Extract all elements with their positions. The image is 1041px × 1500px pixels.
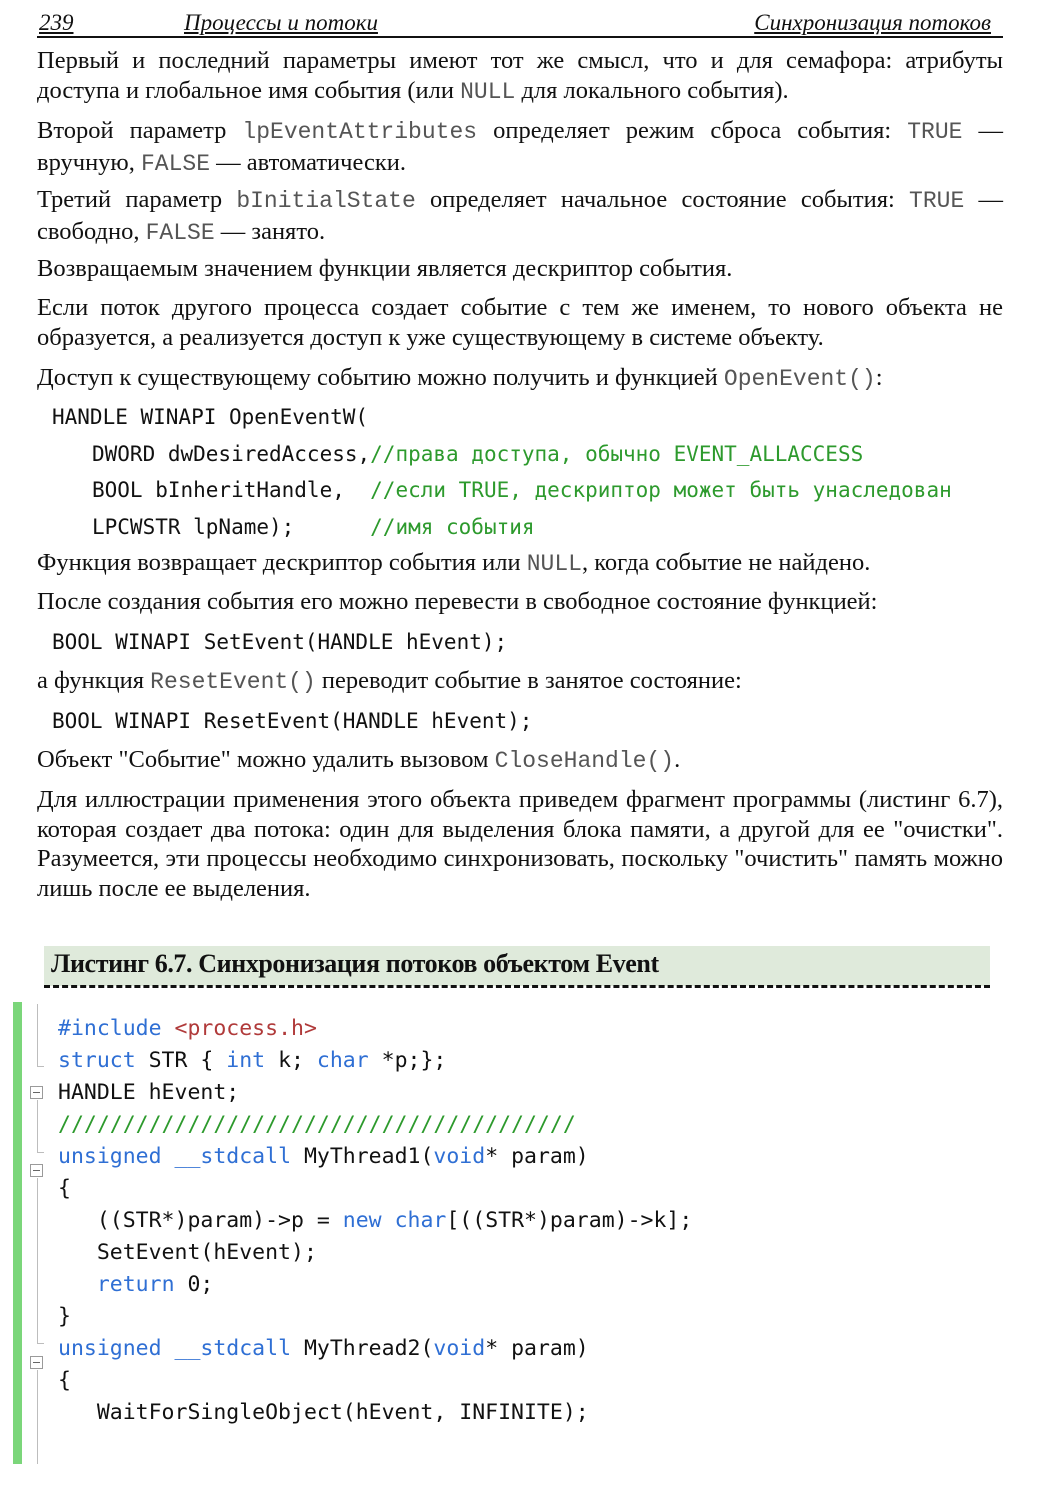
- code-line: }: [58, 1301, 71, 1333]
- inline-code: ResetEvent(): [150, 669, 316, 695]
- code-line: LPCWSTR lpName); //имя события: [92, 515, 535, 539]
- code-keyword: int: [226, 1048, 266, 1073]
- paragraph: Первый и последний параметры имеют тот ж…: [37, 47, 1003, 105]
- outline-guide-end: [37, 1343, 44, 1344]
- code-keyword: new: [342, 1208, 382, 1233]
- code-line: struct STR { int k; char *p;};: [58, 1045, 446, 1077]
- code-token: [((STR*)param)->k];: [446, 1208, 693, 1233]
- inline-code: lpEventAttributes: [242, 119, 478, 145]
- code-line: {: [58, 1173, 71, 1205]
- code-line: BOOL WINAPI ResetEvent(HANDLE hEvent);: [52, 709, 533, 733]
- listing-divider: [44, 985, 990, 988]
- code-comment: //имя события: [370, 515, 535, 539]
- paragraph: а функция ResetEvent() переводит событие…: [37, 667, 742, 695]
- code-comment: ////////////////////////////////////////: [58, 1112, 576, 1137]
- code-token: MyThread1(: [291, 1144, 434, 1169]
- code-keyword: void: [433, 1144, 486, 1169]
- code-line: unsigned __stdcall MyThread2(void* param…: [58, 1333, 589, 1365]
- inline-code: OpenEvent(): [723, 366, 876, 392]
- code-line: ((STR*)param)->p = new char[((STR*)param…: [58, 1205, 692, 1237]
- paragraph: Функция возвращает дескриптор события ил…: [37, 549, 871, 577]
- code-token: 0;: [174, 1272, 214, 1297]
- collapse-icon[interactable]: [30, 1086, 43, 1099]
- code-comment: //если TRUE, дескриптор может быть унасл…: [370, 478, 952, 502]
- paragraph: Третий параметр bInitialState определяет…: [37, 186, 1003, 246]
- code-line: {: [58, 1365, 71, 1397]
- outline-guide: [37, 1370, 38, 1464]
- code-line: HANDLE WINAPI OpenEventW(: [52, 405, 369, 429]
- code-token: * param): [485, 1144, 589, 1169]
- outline-guide: [37, 1004, 38, 1066]
- paragraph: Второй параметр lpEventAttributes опреде…: [37, 117, 1003, 177]
- code-line: return 0;: [58, 1269, 214, 1301]
- listing-title: Листинг 6.7. Синхронизация потоков объек…: [51, 949, 659, 978]
- code-token: }: [58, 1304, 71, 1329]
- code-token: HANDLE hEvent;: [58, 1080, 240, 1105]
- code-line: BOOL WINAPI SetEvent(HANDLE hEvent);: [52, 630, 508, 654]
- code-line: WaitForSingleObject(hEvent, INFINITE);: [58, 1397, 589, 1429]
- paragraph: Для иллюстрации применения этого объекта…: [37, 786, 1003, 902]
- code-keyword: unsigned: [58, 1144, 162, 1169]
- change-indicator-bar: [13, 1002, 22, 1464]
- inline-code: CloseHandle(): [494, 748, 675, 774]
- outline-guide-end: [37, 1152, 44, 1153]
- paragraph: Если поток другого процесса создает собы…: [37, 294, 1003, 351]
- inline-code: bInitialState: [236, 188, 416, 214]
- paragraph: После создания события его можно перевес…: [37, 588, 878, 615]
- collapse-icon[interactable]: [30, 1164, 43, 1177]
- inline-code: FALSE: [140, 150, 210, 177]
- code-line: unsigned __stdcall MyThread1(void* param…: [58, 1141, 589, 1173]
- outline-guide-end: [37, 1066, 44, 1067]
- code-keyword: struct: [58, 1048, 136, 1073]
- section-title: Синхронизация потоков: [754, 10, 991, 35]
- code-line: BOOL bInheritHandle, //если TRUE, дескри…: [92, 478, 952, 502]
- outline-guide: [37, 1100, 38, 1152]
- code-token: *p;};: [368, 1048, 447, 1073]
- page-number: 239: [39, 10, 74, 35]
- code-token: k;: [265, 1048, 317, 1073]
- code-string: <process.h>: [174, 1016, 317, 1041]
- code-keyword: char: [316, 1048, 369, 1073]
- inline-code: TRUE: [907, 119, 963, 145]
- code-line: #include <process.h>: [58, 1013, 317, 1045]
- code-token: WaitForSingleObject(hEvent, INFINITE);: [58, 1400, 589, 1425]
- inline-code: NULL: [526, 551, 582, 577]
- code-keyword: __stdcall: [174, 1336, 292, 1361]
- code-keyword: void: [433, 1336, 486, 1361]
- paragraph: Возвращаемым значением функции является …: [37, 255, 733, 282]
- code-token: {: [58, 1176, 71, 1201]
- listing-title-bar: Листинг 6.7. Синхронизация потоков объек…: [44, 946, 990, 986]
- paragraph: Объект "Событие" можно удалить вызовом C…: [37, 746, 681, 774]
- outline-guide: [37, 1178, 38, 1343]
- code-token: STR {: [135, 1048, 227, 1073]
- code-line: DWORD dwDesiredAccess,//права доступа, о…: [92, 442, 864, 466]
- code-line: SetEvent(hEvent);: [58, 1237, 317, 1269]
- code-token: ((STR*)param)->p =: [58, 1208, 343, 1233]
- collapse-icon[interactable]: [30, 1356, 43, 1369]
- code-token: SetEvent(hEvent);: [58, 1240, 317, 1265]
- paragraph: Доступ к существующему событию можно пол…: [37, 364, 883, 392]
- code-line: HANDLE hEvent;: [58, 1077, 239, 1109]
- code-keyword: #include: [58, 1016, 162, 1041]
- inline-code: NULL: [460, 78, 516, 105]
- code-keyword: char: [394, 1208, 447, 1233]
- code-token: MyThread2(: [291, 1336, 434, 1361]
- code-token: {: [58, 1368, 71, 1393]
- inline-code: TRUE: [909, 188, 965, 214]
- code-token: * param): [485, 1336, 589, 1361]
- page-header: 239 Процессы и потоки Синхронизация пото…: [37, 8, 1003, 38]
- code-keyword: unsigned: [58, 1336, 162, 1361]
- chapter-title: Процессы и потоки: [184, 10, 378, 35]
- code-keyword: return: [96, 1272, 175, 1297]
- code-comment: //права доступа, обычно EVENT_ALLACCESS: [370, 442, 864, 466]
- inline-code: FALSE: [145, 219, 215, 246]
- code-keyword: __stdcall: [174, 1144, 292, 1169]
- code-line: ////////////////////////////////////////: [58, 1109, 576, 1141]
